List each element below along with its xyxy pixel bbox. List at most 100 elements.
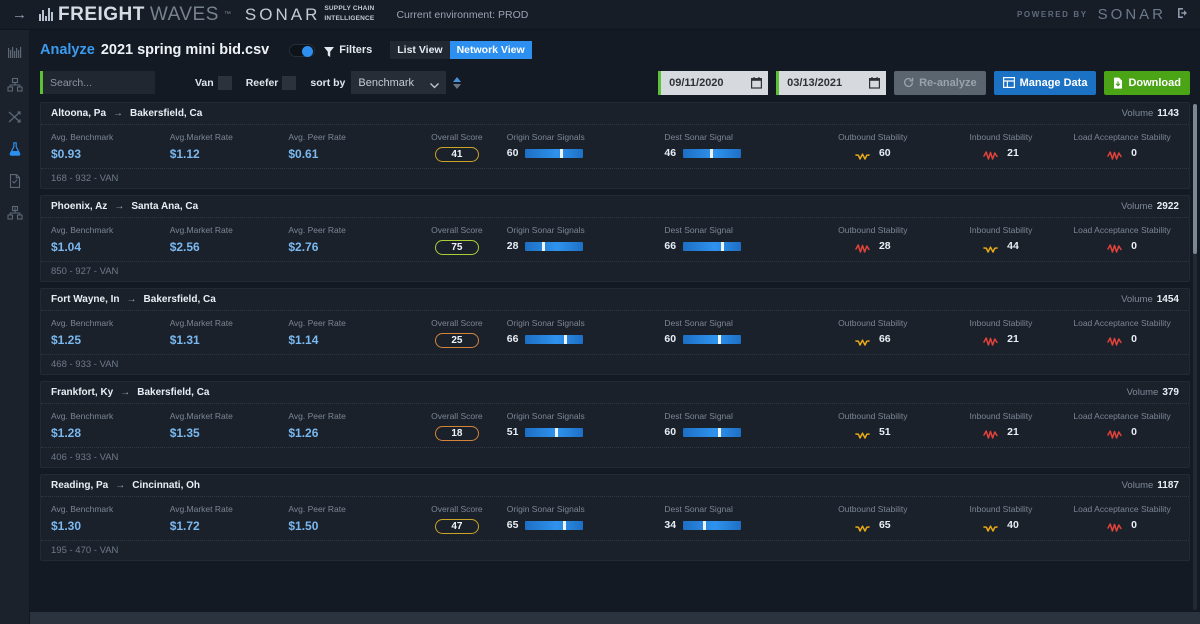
metric-peer-rate: Avg. Peer Rate $1.14: [288, 318, 407, 348]
metric-peer-rate: Avg. Peer Rate $0.61: [288, 132, 407, 162]
stability-value: 0: [1131, 147, 1137, 159]
metric-value: $2.56: [169, 240, 200, 254]
metric-label: Origin Sonar Signals: [506, 504, 585, 514]
lane-card[interactable]: Reading, Pa → Cincinnati, Oh Volume 1187…: [40, 474, 1190, 561]
checkbox-label-reefer: Reefer: [245, 76, 279, 89]
shuffle-arrows-icon[interactable]: [6, 108, 24, 126]
volume-label: Volume: [1121, 294, 1153, 305]
sort-desc-icon[interactable]: [453, 83, 462, 89]
metric-value: $1.14: [288, 333, 319, 347]
dollar-org-chart-icon[interactable]: $: [6, 204, 24, 222]
metric-peer-rate: Avg. Peer Rate $2.76: [288, 225, 407, 255]
tab-network-view[interactable]: Network View: [449, 41, 532, 59]
metric-inbound-stability: Inbound Stability 44: [937, 225, 1065, 255]
metric-value: $1.72: [169, 519, 200, 533]
stability-wave-icon: [855, 334, 870, 346]
stability-value: 21: [1007, 333, 1019, 345]
brand-freight: FREIGHT: [58, 3, 145, 25]
volume-value: 379: [1162, 387, 1179, 398]
lane-card-header: Reading, Pa → Cincinnati, Oh Volume 1187: [41, 475, 1189, 497]
filter-van[interactable]: Van: [195, 75, 232, 90]
metric-label: Avg. Benchmark: [51, 504, 114, 514]
lane-card-list[interactable]: Altoona, Pa → Bakersfield, Ca Volume 114…: [30, 100, 1200, 624]
signal-bar-marker: [717, 334, 721, 344]
lane-card-footer: 850 - 927 - VAN: [41, 261, 1189, 281]
scrollbar-thumb[interactable]: [1193, 104, 1197, 254]
lane-card-footer-text: 168 - 932 - VAN: [51, 173, 119, 184]
metric-overall-score: Overall Score 41: [407, 132, 507, 162]
sort-direction-stepper[interactable]: [453, 76, 462, 89]
date-start-input[interactable]: 09/11/2020: [658, 70, 769, 95]
arrow-right-icon[interactable]: →: [8, 7, 39, 22]
metric-outbound-stability: Outbound Stability 65: [809, 504, 937, 534]
lane-card-header: Fort Wayne, In → Bakersfield, Ca Volume …: [41, 289, 1189, 311]
lane-card-footer-text: 468 - 933 - VAN: [51, 359, 119, 370]
checkbox-reefer[interactable]: [282, 75, 297, 90]
stability-row: 21: [983, 333, 1019, 346]
lane-card-body: Avg. Benchmark $1.04 Avg.Market Rate $2.…: [41, 218, 1189, 261]
calendar-icon[interactable]: [869, 76, 881, 89]
metric-benchmark: Avg. Benchmark $0.93: [51, 132, 170, 162]
metric-market-rate: Avg.Market Rate $1.35: [170, 411, 289, 441]
barcode-icon: [39, 8, 53, 21]
filters-control[interactable]: Filters: [324, 44, 372, 57]
metric-origin-signal: Origin Sonar Signals 51: [507, 411, 665, 441]
org-chart-icon[interactable]: [6, 76, 24, 94]
stability-wave-icon: [855, 241, 870, 253]
reanalyze-button[interactable]: Re-analyze: [894, 70, 986, 95]
metric-origin-signal: Origin Sonar Signals 60: [507, 132, 665, 162]
calendar-icon[interactable]: [751, 76, 763, 89]
lane-card[interactable]: Altoona, Pa → Bakersfield, Ca Volume 114…: [40, 102, 1190, 189]
checkbox-van[interactable]: [217, 75, 232, 90]
lane-route: Phoenix, Az → Santa Ana, Ca: [51, 201, 198, 212]
barcode-chart-icon[interactable]: [6, 44, 24, 62]
metric-label: Overall Score: [431, 225, 483, 235]
tab-list-view[interactable]: List View: [390, 41, 450, 59]
metric-label: Load Acceptance Stability: [1073, 504, 1171, 514]
metric-market-rate: Avg.Market Rate $1.12: [170, 132, 289, 162]
metric-label: Load Acceptance Stability: [1073, 411, 1171, 421]
date-end-input[interactable]: 03/13/2021: [776, 70, 887, 95]
page-title-filename: 2021 spring mini bid.csv: [100, 42, 270, 58]
filters-toggle[interactable]: [289, 43, 316, 57]
filter-reefer[interactable]: Reefer: [245, 75, 297, 90]
date-start-value: 09/11/2020: [669, 76, 724, 89]
flask-icon[interactable]: [6, 140, 24, 158]
document-check-icon[interactable]: [6, 172, 24, 190]
metric-overall-score: Overall Score 18: [407, 411, 507, 441]
arrow-right-icon: →: [126, 294, 137, 305]
metric-overall-score: Overall Score 47: [407, 504, 507, 534]
metric-value: $1.12: [169, 147, 200, 161]
signal-bar: [683, 520, 742, 530]
signal-value: 60: [664, 333, 677, 345]
logout-icon[interactable]: [1176, 6, 1190, 23]
metric-label: Inbound Stability: [969, 318, 1033, 328]
metric-load-acceptance-stability: Load Acceptance Stability 0: [1065, 504, 1179, 534]
metric-inbound-stability: Inbound Stability 21: [937, 411, 1065, 441]
manage-data-button[interactable]: Manage Data: [993, 70, 1097, 95]
lane-card[interactable]: Phoenix, Az → Santa Ana, Ca Volume 2922 …: [40, 195, 1190, 282]
download-button[interactable]: Download: [1104, 70, 1190, 95]
signal-row: 46: [664, 147, 808, 159]
stability-wave-icon: [983, 427, 998, 439]
lane-card-footer: 406 - 933 - VAN: [41, 447, 1189, 467]
metric-label: Overall Score: [431, 504, 483, 514]
metric-label: Avg.Market Rate: [169, 411, 233, 421]
funnel-icon: [324, 45, 335, 57]
metric-origin-signal: Origin Sonar Signals 66: [507, 318, 665, 348]
stability-row: 40: [983, 519, 1019, 532]
metric-label: Load Acceptance Stability: [1073, 318, 1171, 328]
lane-origin: Altoona, Pa: [51, 108, 107, 119]
download-label: Download: [1128, 76, 1181, 89]
lane-card[interactable]: Frankfort, Ky → Bakersfield, Ca Volume 3…: [40, 381, 1190, 468]
lane-card-body: Avg. Benchmark $1.28 Avg.Market Rate $1.…: [41, 404, 1189, 447]
stability-row: 44: [983, 240, 1019, 253]
search-input[interactable]: [40, 71, 155, 94]
sort-asc-icon[interactable]: [453, 76, 462, 82]
lane-card-footer-text: 850 - 927 - VAN: [51, 266, 119, 277]
metric-label: Overall Score: [431, 318, 483, 328]
metric-value: $1.35: [169, 426, 200, 440]
lane-card[interactable]: Fort Wayne, In → Bakersfield, Ca Volume …: [40, 288, 1190, 375]
signal-value: 66: [664, 240, 677, 252]
sort-by-select[interactable]: Benchmark: [351, 71, 447, 94]
